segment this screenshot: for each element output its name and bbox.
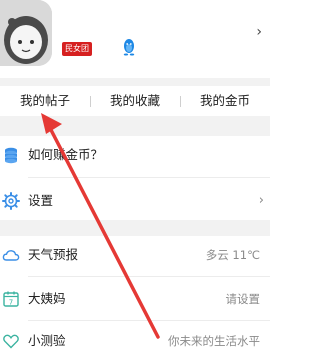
- menu-item-settings[interactable]: 设置 ›: [0, 182, 270, 220]
- chevron-right-icon[interactable]: ›: [256, 24, 262, 40]
- menu-item-weather[interactable]: 天气预报 多云 11℃: [0, 236, 270, 274]
- quiz-value: 你未来的生活水平: [168, 334, 260, 348]
- menu-item-quiz[interactable]: 小测验 你未来的生活水平: [0, 322, 270, 360]
- profile-header[interactable]: 民女团 ›: [0, 0, 270, 78]
- gear-icon: [2, 192, 20, 210]
- menu-item-period-tracker[interactable]: 7 大姨妈 请设置: [0, 280, 270, 318]
- cartoon-girl-avatar-icon: [0, 0, 52, 66]
- cloud-icon: [2, 250, 20, 261]
- menu-item-label: 天气预报: [28, 247, 79, 262]
- heart-icon: [3, 334, 19, 349]
- menu-item-label: 大姨妈: [28, 291, 66, 306]
- menu-item-label: 设置: [28, 193, 54, 208]
- svg-text:7: 7: [9, 299, 13, 307]
- coins-icon: [5, 147, 17, 164]
- tab-my-coins[interactable]: 我的金币: [180, 86, 270, 116]
- qq-penguin-icon[interactable]: [122, 38, 136, 56]
- chevron-right-icon: ›: [258, 193, 264, 208]
- tab-my-favorites[interactable]: 我的收藏: [90, 86, 180, 116]
- user-badge: 民女团: [62, 42, 92, 56]
- menu-item-label: 如何赚金币？: [28, 147, 104, 162]
- avatar[interactable]: [0, 0, 52, 66]
- divider: [28, 320, 270, 321]
- section-divider: [0, 220, 270, 236]
- divider: [28, 276, 270, 277]
- section-divider: [0, 116, 270, 136]
- menu-item-label: 小测验: [28, 333, 66, 348]
- menu-item-earn-coins[interactable]: 如何赚金币？: [0, 136, 270, 174]
- divider: [28, 177, 270, 178]
- section-divider: [0, 78, 270, 86]
- calendar-icon: 7: [3, 291, 19, 307]
- period-value: 请设置: [225, 292, 261, 306]
- profile-tabs: 我的帖子 我的收藏 我的金币: [0, 86, 270, 116]
- tab-my-posts[interactable]: 我的帖子: [0, 86, 90, 116]
- weather-value: 多云 11℃: [205, 248, 260, 262]
